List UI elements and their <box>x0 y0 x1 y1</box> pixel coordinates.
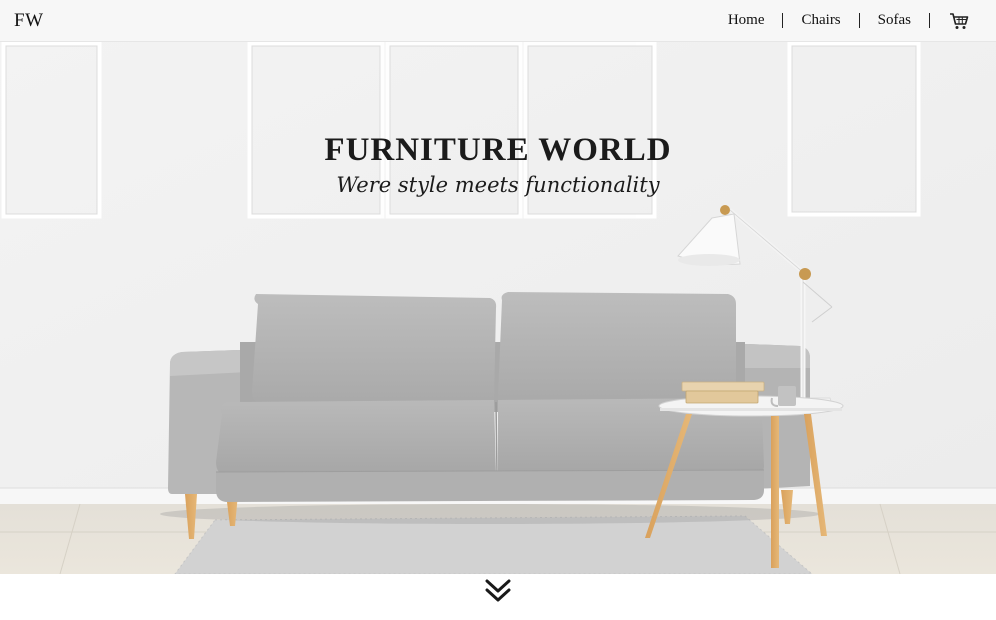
main-nav: Home Chairs Sofas <box>728 11 982 31</box>
hero-title: FURNITURE WORLD <box>324 132 672 168</box>
top-navbar: FW Home Chairs Sofas <box>0 0 996 42</box>
scroll-indicator-bar <box>0 574 996 620</box>
nav-divider <box>929 13 930 28</box>
nav-divider <box>782 13 784 28</box>
nav-divider <box>858 13 860 28</box>
shopping-cart-icon[interactable] <box>948 11 970 31</box>
site-logo[interactable]: FW <box>14 10 44 32</box>
hero-tagline: Were style meets functionality <box>336 173 660 197</box>
living-room-photo <box>0 42 996 574</box>
nav-chairs-link[interactable]: Chairs <box>801 12 840 29</box>
hero-section: FURNITURE WORLD Were style meets functio… <box>0 42 996 574</box>
double-chevron-down-icon[interactable] <box>484 578 512 604</box>
nav-sofas-link[interactable]: Sofas <box>878 12 911 29</box>
nav-home-link[interactable]: Home <box>728 12 765 29</box>
hero-heading-block: FURNITURE WORLD Were style meets functio… <box>0 132 996 197</box>
